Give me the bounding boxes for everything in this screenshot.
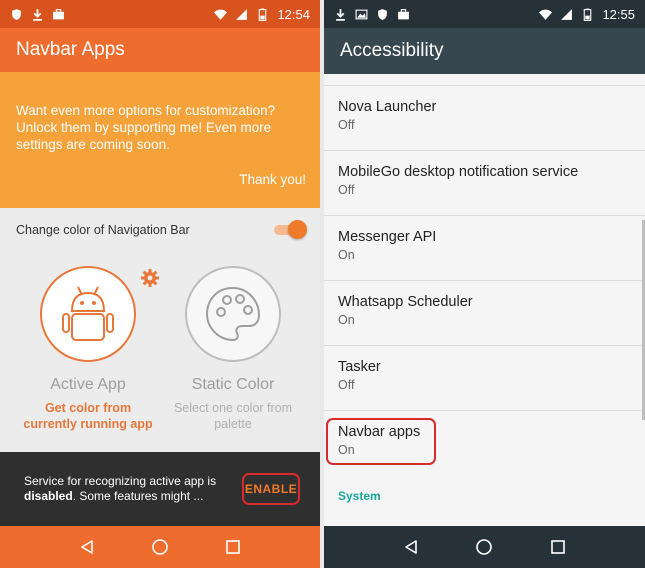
status-bar: 12:55 bbox=[324, 0, 645, 28]
briefcase-icon bbox=[398, 8, 409, 19]
static-color-title: Static Color bbox=[191, 376, 275, 393]
promo-banner[interactable]: Want even more options for customization… bbox=[0, 72, 320, 208]
accessibility-services-list[interactable]: Nova Launcher Off MobileGo desktop notif… bbox=[324, 74, 645, 524]
list-item-mobilego[interactable]: MobileGo desktop notification service Of… bbox=[324, 151, 645, 216]
list-item-navbar-apps[interactable]: Navbar apps On bbox=[324, 411, 645, 476]
app-bar: Navbar Apps bbox=[0, 28, 320, 72]
navigation-bar bbox=[0, 526, 320, 568]
active-app-title: Active App bbox=[50, 376, 126, 393]
home-icon bbox=[152, 539, 168, 555]
service-snackbar: Service for recognizing active app is di… bbox=[0, 452, 320, 526]
list-item-tasker[interactable]: Tasker Off bbox=[324, 346, 645, 411]
recents-button[interactable] bbox=[220, 534, 246, 560]
shield-icon bbox=[378, 8, 387, 20]
enable-button[interactable]: ENABLE bbox=[242, 473, 300, 505]
active-app-circle[interactable] bbox=[40, 266, 136, 362]
accessibility-screen: 12:55 Accessibility Nova Launcher Off Mo… bbox=[324, 0, 645, 568]
status-time: 12:54 bbox=[277, 6, 310, 22]
static-color-option[interactable]: Static Color Select one color from palet… bbox=[163, 266, 303, 432]
static-color-desc: Select one color from palette bbox=[173, 401, 293, 431]
promo-thanks: Thank you! bbox=[239, 172, 306, 187]
back-icon bbox=[80, 540, 93, 554]
battery-icon bbox=[584, 8, 592, 21]
recents-icon bbox=[551, 540, 565, 554]
navbar-apps-screen: 12:54 Navbar Apps Want even more options… bbox=[0, 0, 320, 568]
home-button[interactable] bbox=[471, 534, 497, 560]
active-app-option[interactable]: Active App Get color from currently runn… bbox=[18, 266, 158, 432]
signal-icon bbox=[236, 8, 248, 20]
navigation-bar bbox=[324, 526, 645, 568]
wifi-icon bbox=[214, 9, 228, 20]
service-message: Service for recognizing active app is di… bbox=[24, 474, 217, 503]
recents-button[interactable] bbox=[545, 534, 571, 560]
image-icon bbox=[355, 9, 368, 19]
status-bar: 12:54 bbox=[0, 0, 320, 28]
app-title: Accessibility bbox=[340, 40, 444, 61]
download-icon bbox=[336, 8, 345, 21]
list-item-nova-launcher[interactable]: Nova Launcher Off bbox=[324, 86, 645, 151]
static-color-circle[interactable] bbox=[185, 266, 281, 362]
back-icon bbox=[405, 540, 417, 554]
app-bar: Accessibility bbox=[324, 28, 645, 74]
navbar-color-setting[interactable]: Change color of Navigation Bar bbox=[0, 208, 320, 252]
android-icon bbox=[62, 286, 114, 341]
highlight-box: Navbar apps On bbox=[326, 418, 437, 465]
list-item-messenger-api[interactable]: Messenger API On bbox=[324, 216, 645, 281]
back-button[interactable] bbox=[74, 534, 100, 560]
list-item-partial bbox=[324, 512, 645, 524]
list-item-whatsapp-scheduler[interactable]: Whatsapp Scheduler On bbox=[324, 281, 645, 346]
back-button[interactable] bbox=[398, 534, 424, 560]
shield-icon bbox=[12, 8, 21, 20]
home-icon bbox=[476, 539, 493, 555]
status-time: 12:55 bbox=[602, 6, 635, 22]
download-icon bbox=[33, 8, 42, 21]
signal-icon bbox=[561, 8, 573, 20]
setting-label: Change color of Navigation Bar bbox=[16, 223, 190, 237]
battery-icon bbox=[259, 8, 267, 21]
active-app-desc: Get color from currently running app bbox=[23, 401, 153, 431]
briefcase-icon bbox=[53, 8, 64, 19]
color-mode-choices: Active App Get color from currently runn… bbox=[0, 252, 320, 432]
list-top-edge bbox=[324, 74, 645, 86]
promo-text: Want even more options for customization… bbox=[16, 103, 276, 152]
palette-icon bbox=[205, 286, 261, 342]
gear-icon[interactable] bbox=[140, 268, 160, 288]
section-header-system: System bbox=[338, 489, 381, 503]
navbar-color-toggle[interactable] bbox=[274, 220, 307, 239]
app-title: Navbar Apps bbox=[16, 39, 125, 60]
home-button[interactable] bbox=[147, 534, 173, 560]
recents-icon bbox=[226, 540, 241, 554]
wifi-icon bbox=[539, 9, 553, 20]
